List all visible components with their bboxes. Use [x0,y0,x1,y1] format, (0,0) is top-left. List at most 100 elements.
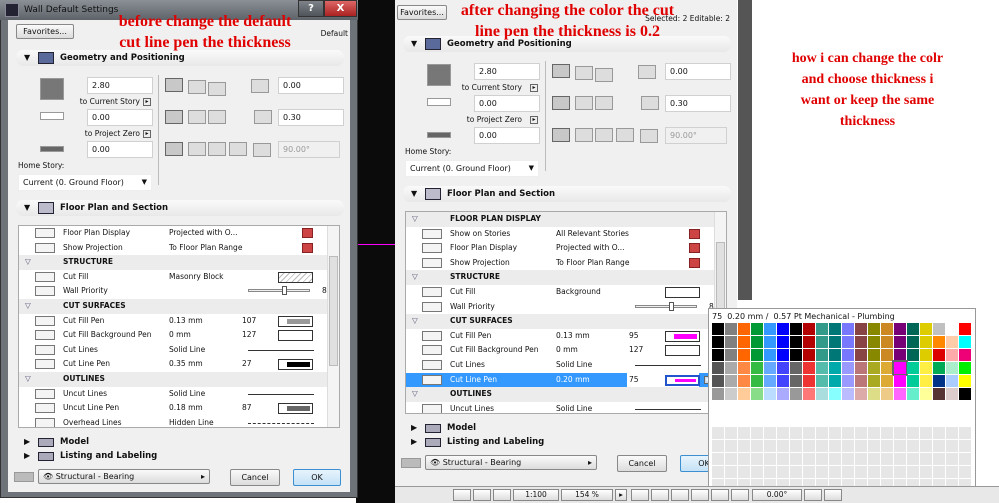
empty-pen-slot[interactable] [738,440,750,452]
pen-color-swatch[interactable] [764,323,776,335]
pen-color-swatch[interactable] [790,336,802,348]
pen-color-swatch[interactable] [894,323,906,335]
bottom-link-menu-button[interactable]: ▸ [143,130,151,138]
trapezoid-wall-icon[interactable] [575,96,593,110]
empty-pen-slot[interactable] [829,453,841,465]
empty-pen-slot[interactable] [920,440,932,452]
empty-pen-slot[interactable] [790,466,802,478]
empty-pen-slot[interactable] [855,453,867,465]
empty-pen-slot[interactable] [777,453,789,465]
group-header[interactable]: ▽ OUTLINES [406,387,715,402]
empty-pen-slot[interactable] [803,453,815,465]
empty-pen-slot[interactable] [933,427,945,439]
property-row[interactable]: Floor Plan Display Projected with O... [406,241,715,256]
pen-color-swatch[interactable] [777,323,789,335]
slanted-profile-icon[interactable] [188,142,206,156]
zoom-out-icon-button[interactable] [671,489,689,501]
bottom-offset-input[interactable]: 0.00 [474,95,540,112]
pen-color-swatch[interactable] [777,375,789,387]
pen-color-swatch[interactable] [712,375,724,387]
pen-color-swatch[interactable] [946,336,958,348]
empty-pen-slot[interactable] [738,427,750,439]
property-row[interactable]: Cut Line Pen 0.35 mm 27 [19,357,328,372]
empty-pen-slot[interactable] [803,440,815,452]
pen-color-swatch[interactable] [868,323,880,335]
empty-pen-slot[interactable] [777,466,789,478]
pen-color-swatch[interactable] [803,336,815,348]
pen-color-swatch[interactable] [855,362,867,374]
ref-line-inside-icon[interactable] [208,82,226,96]
ref-line-center-icon[interactable] [188,80,206,94]
angle-field[interactable]: 0.00° [752,489,802,501]
pen-color-swatch[interactable] [842,336,854,348]
priority-slider-track[interactable] [635,304,697,308]
thickness-input[interactable]: 0.30 [278,109,344,126]
empty-pen-slot[interactable] [855,427,867,439]
empty-pen-slot[interactable] [868,440,880,452]
scrollbar-thumb[interactable] [329,256,338,366]
empty-pen-slot[interactable] [959,427,971,439]
thickness-input[interactable]: 0.30 [665,95,731,112]
polygonal-wall-icon[interactable] [595,96,613,110]
pen-color-swatch[interactable] [959,323,971,335]
ref-line-center-icon[interactable] [575,66,593,80]
empty-pen-slot[interactable] [764,466,776,478]
pen-color-swatch[interactable] [790,349,802,361]
collapse-triangle-icon[interactable]: ▽ [25,257,31,266]
pen-color-swatch[interactable] [829,323,841,335]
pen-color-swatch[interactable] [868,362,880,374]
pen-color-swatch[interactable] [959,336,971,348]
model-section-header[interactable]: ▶ Model [403,422,731,435]
empty-pen-slot[interactable] [712,440,724,452]
expand-triangle-icon[interactable]: ▶ [411,423,417,432]
pen-color-swatch[interactable] [751,336,763,348]
ref-offset-input[interactable]: 0.00 [278,77,344,94]
pen-color-swatch[interactable] [907,323,919,335]
expand-triangle-icon[interactable]: ▼ [411,189,417,198]
empty-pen-slot[interactable] [894,427,906,439]
property-row[interactable]: Uncut Lines Solid Line [406,402,715,413]
pen-color-swatch[interactable] [842,388,854,400]
priority-slider-thumb[interactable] [669,301,674,311]
pen-color-swatch[interactable] [764,336,776,348]
pen-color-swatch[interactable] [920,375,932,387]
pen-color-swatch[interactable] [946,388,958,400]
expand-triangle-icon[interactable]: ▼ [411,39,417,48]
pen-color-swatch[interactable] [933,375,945,387]
next-zoom-icon-button[interactable] [824,489,842,501]
pen-swatch[interactable] [665,330,700,342]
pen-color-swatch[interactable] [933,362,945,374]
pen-color-swatch[interactable] [868,388,880,400]
pen-color-swatch[interactable] [738,388,750,400]
scrollbar[interactable] [327,226,339,427]
property-row[interactable]: Show Projection To Floor Plan Range [406,256,715,271]
pen-color-swatch[interactable] [764,388,776,400]
pen-color-swatch[interactable] [764,362,776,374]
empty-pen-slot[interactable] [764,453,776,465]
ref-offset-input[interactable]: 0.00 [665,63,731,80]
collapse-triangle-icon[interactable]: ▽ [412,272,418,281]
pen-color-swatch[interactable] [816,349,828,361]
pen-color-swatch[interactable] [712,336,724,348]
pen-color-swatch[interactable] [764,349,776,361]
empty-pen-slot[interactable] [712,453,724,465]
polygonal-wall-icon[interactable] [208,110,226,124]
display-option-icon[interactable] [302,242,313,253]
pen-color-swatch[interactable] [933,336,945,348]
empty-pen-slot[interactable] [751,427,763,439]
line-type-sample[interactable] [248,393,314,395]
empty-pen-slot[interactable] [907,440,919,452]
empty-pen-slot[interactable] [790,427,802,439]
property-row[interactable]: Uncut Lines Solid Line [19,387,328,402]
pen-color-swatch[interactable] [881,362,893,374]
pen-color-swatch[interactable] [946,349,958,361]
property-row[interactable]: Uncut Line Pen 0.18 mm 87 [19,401,328,416]
empty-pen-slot[interactable] [738,466,750,478]
pen-color-swatch[interactable] [959,375,971,387]
ref-line-outside-icon[interactable] [165,78,183,92]
pen-color-swatch[interactable] [712,349,724,361]
pen-color-swatch[interactable] [829,388,841,400]
property-row[interactable]: Cut Line Pen0.20 mm75▸ [406,372,715,388]
empty-pen-slot[interactable] [959,466,971,478]
empty-pen-slot[interactable] [842,427,854,439]
